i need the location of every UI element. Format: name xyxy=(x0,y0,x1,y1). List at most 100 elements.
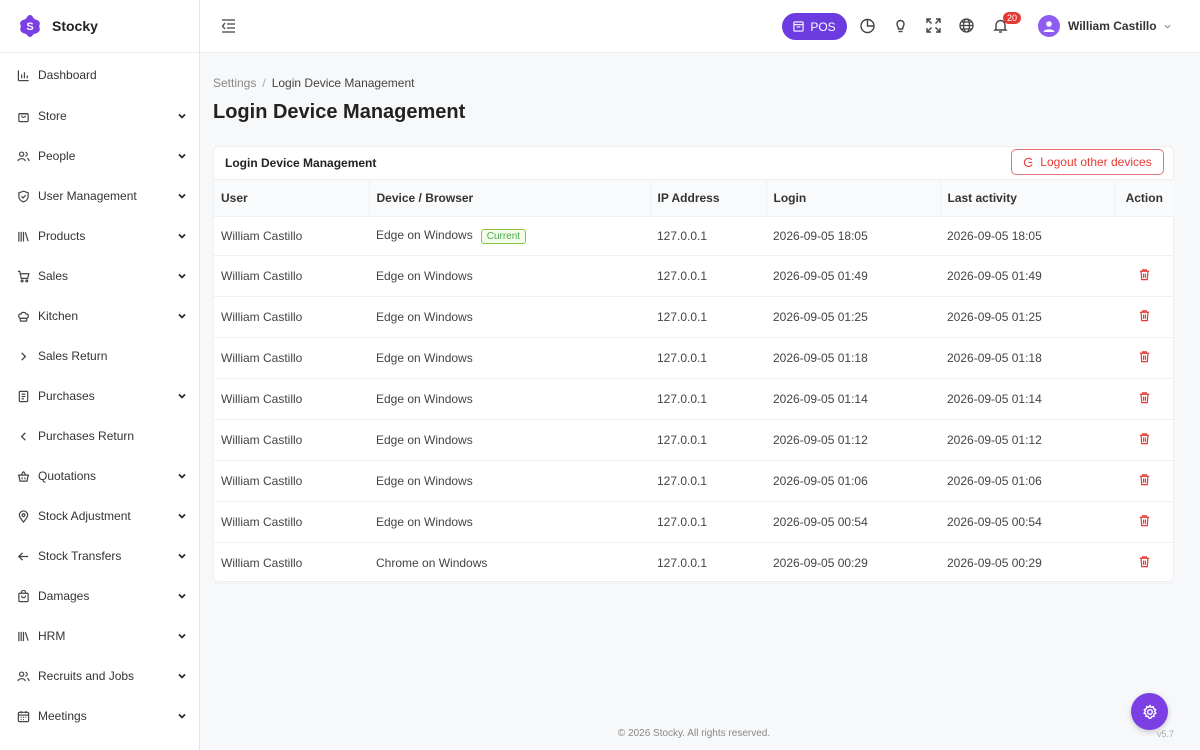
cell-user: William Castillo xyxy=(214,337,369,379)
device-label: Edge on Windows xyxy=(376,474,473,488)
sidebar-item-quotations[interactable]: Quotations xyxy=(0,456,199,496)
cell-ip: 127.0.0.1 xyxy=(650,378,766,420)
cell-login: 2026-09-05 01:25 xyxy=(766,296,940,338)
chevron-down-icon xyxy=(177,631,187,641)
sidebar-item-sales-return[interactable]: Sales Return xyxy=(0,336,199,376)
menu-toggle-icon[interactable] xyxy=(220,17,237,34)
cell-last-activity: 2026-09-05 01:25 xyxy=(940,296,1114,338)
calendar-icon xyxy=(16,709,30,723)
sidebar-item-label: Stock Adjustment xyxy=(38,509,131,523)
fullscreen-icon[interactable] xyxy=(925,17,942,34)
sidebar-item-damages[interactable]: Damages xyxy=(0,576,199,616)
device-label: Edge on Windows xyxy=(376,433,473,447)
column-header-user[interactable]: User xyxy=(214,179,369,217)
cell-action xyxy=(1114,460,1174,502)
cell-user: William Castillo xyxy=(214,255,369,297)
sidebar-item-user-management[interactable]: User Management xyxy=(0,176,199,216)
cell-login: 2026-09-05 00:54 xyxy=(766,501,940,543)
sidebar-item-stock-transfers[interactable]: Stock Transfers xyxy=(0,536,199,576)
column-header-last-activity[interactable]: Last activity xyxy=(939,179,1114,217)
chevron-down-icon xyxy=(177,511,187,521)
cell-action xyxy=(1114,255,1174,297)
cell-user: William Castillo xyxy=(214,501,369,543)
cell-user: William Castillo xyxy=(214,542,369,584)
logout-other-devices-button[interactable]: Logout other devices xyxy=(1011,149,1164,175)
cell-ip: 127.0.0.1 xyxy=(650,216,766,256)
cart-icon xyxy=(16,269,30,283)
sidebar-item-hrm[interactable]: HRM xyxy=(0,616,199,656)
cell-ip: 127.0.0.1 xyxy=(650,296,766,338)
sidebar-item-label: Quotations xyxy=(38,469,97,483)
globe-icon[interactable] xyxy=(958,17,975,34)
sidebar-item-marketing[interactable]: Marketing xyxy=(0,736,199,750)
trash-icon[interactable] xyxy=(1138,268,1151,281)
sidebar-item-people[interactable]: People xyxy=(0,136,199,176)
top-header: POS 20 William Castillo xyxy=(200,0,1200,53)
brand-logo-letter: S xyxy=(26,21,33,33)
sidebar-item-store[interactable]: Store xyxy=(0,96,199,136)
trash-icon[interactable] xyxy=(1138,391,1151,404)
device-label: Chrome on Windows xyxy=(376,556,488,570)
cell-user: William Castillo xyxy=(214,378,369,420)
trash-icon[interactable] xyxy=(1138,309,1151,322)
cell-user: William Castillo xyxy=(214,216,369,256)
brand[interactable]: S Stocky xyxy=(0,0,199,53)
user-menu[interactable]: William Castillo xyxy=(1038,15,1172,37)
sidebar-item-label: Purchases xyxy=(38,389,95,403)
sidebar-item-stock-adjustment[interactable]: Stock Adjustment xyxy=(0,496,199,536)
breadcrumb: Settings / Login Device Management xyxy=(213,76,414,90)
sidebar-item-kitchen[interactable]: Kitchen xyxy=(0,296,199,336)
breadcrumb-parent[interactable]: Settings xyxy=(213,76,256,90)
sidebar-item-products[interactable]: Products xyxy=(0,216,199,256)
sidebar-item-purchases[interactable]: Purchases xyxy=(0,376,199,416)
store-bag-icon xyxy=(16,109,30,123)
trash-icon[interactable] xyxy=(1138,514,1151,527)
notification-count-badge: 20 xyxy=(1003,12,1022,24)
settings-fab-button[interactable] xyxy=(1131,693,1168,730)
sidebar-item-recruits-and-jobs[interactable]: Recruits and Jobs xyxy=(0,656,199,696)
column-header-device[interactable]: Device / Browser xyxy=(368,179,650,217)
trash-icon[interactable] xyxy=(1138,473,1151,486)
cell-last-activity: 2026-09-05 18:05 xyxy=(940,216,1114,256)
cell-login: 2026-09-05 01:14 xyxy=(766,378,940,420)
trash-icon[interactable] xyxy=(1138,432,1151,445)
sidebar-item-purchases-return[interactable]: Purchases Return xyxy=(0,416,199,456)
sidebar-item-dashboard[interactable]: Dashboard xyxy=(0,54,199,96)
cell-login: 2026-09-05 01:18 xyxy=(766,337,940,379)
pos-button[interactable]: POS xyxy=(782,13,847,40)
sidebar-item-label: Meetings xyxy=(38,709,87,723)
cell-device: Edge on Windows xyxy=(369,255,650,297)
arrow-left-icon xyxy=(16,549,30,563)
cell-last-activity: 2026-09-05 01:14 xyxy=(940,378,1114,420)
sidebar-item-label: Recruits and Jobs xyxy=(38,669,135,683)
lightbulb-icon[interactable] xyxy=(892,17,909,34)
cell-last-activity: 2026-09-05 00:54 xyxy=(940,501,1114,543)
pos-icon xyxy=(793,21,804,32)
cell-user: William Castillo xyxy=(214,460,369,502)
column-header-login[interactable]: Login xyxy=(765,179,940,217)
pie-chart-icon[interactable] xyxy=(859,17,876,34)
sidebar-item-label: Sales Return xyxy=(38,349,108,363)
footer-copyright: © 2026 Stocky. All rights reserved. xyxy=(617,728,771,739)
trash-icon[interactable] xyxy=(1138,555,1151,568)
user-avatar-icon xyxy=(1043,21,1055,32)
cell-device: Edge on Windows xyxy=(369,296,650,338)
table-row: William Castillo Edge on Windows 127.0.0.1… xyxy=(214,378,1174,420)
cell-device: Edge on Windows xyxy=(369,501,650,543)
trash-icon[interactable] xyxy=(1138,350,1151,363)
cell-action xyxy=(1114,501,1174,543)
avatar xyxy=(1038,15,1060,37)
device-label: Edge on Windows xyxy=(376,310,473,324)
device-label: Edge on Windows xyxy=(376,269,473,283)
cell-login: 2026-09-05 01:06 xyxy=(766,460,940,502)
library-icon xyxy=(16,629,30,643)
cell-last-activity: 2026-09-05 01:18 xyxy=(940,337,1114,379)
chevron-down-icon xyxy=(177,671,187,681)
sidebar-item-meetings[interactable]: Meetings xyxy=(0,696,199,736)
column-header-action: Action xyxy=(1113,179,1174,217)
sidebar-item-sales[interactable]: Sales xyxy=(0,256,199,296)
card-header: Login Device Management Logout other dev… xyxy=(214,147,1173,179)
breadcrumb-current: Login Device Management xyxy=(271,76,415,90)
cell-device: Edge on Windows xyxy=(369,337,650,379)
column-header-ip[interactable]: IP Address xyxy=(649,179,766,217)
